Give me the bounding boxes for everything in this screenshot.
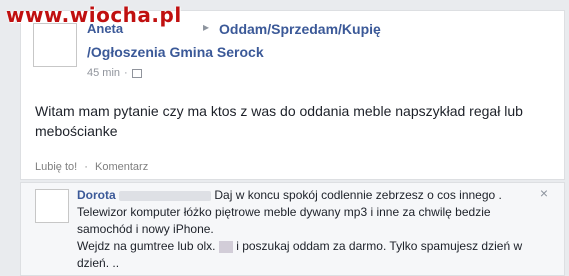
group-name-line1[interactable]: Oddam/Sprzedam/Kupię: [219, 21, 381, 37]
post-meta: 45 min ·: [87, 67, 142, 79]
close-icon[interactable]: ×: [540, 185, 548, 201]
comment-body: Dorota Daj w koncu spokój codlennie zebr…: [77, 187, 537, 272]
actions-separator: ·: [84, 161, 88, 173]
group-name-line2[interactable]: /Ogłoszenia Gmina Serock: [87, 44, 264, 60]
arrow-right-icon: ▸: [203, 20, 210, 34]
watermark-logo: www.wiocha.pl: [6, 3, 182, 27]
commenter-name[interactable]: Dorota: [77, 188, 116, 202]
group-audience-icon[interactable]: [131, 68, 142, 78]
meta-separator: ·: [124, 67, 128, 79]
redacted-link-blur: [218, 240, 233, 253]
like-link[interactable]: Lubię to!: [35, 161, 77, 173]
commenter-avatar[interactable]: [35, 189, 69, 223]
post-author-avatar[interactable]: [33, 23, 77, 67]
post-card: Aneta ▸ Oddam/Sprzedam/Kupię /Ogłoszenia…: [20, 10, 565, 180]
post-text: Witam mam pytanie czy ma ktos z was do o…: [35, 103, 523, 139]
post-timestamp[interactable]: 45 min: [87, 67, 120, 79]
comment-item: Dorota Daj w koncu spokój codlennie zebr…: [20, 182, 565, 276]
post-actions: Lubię to! · Komentarz: [35, 161, 152, 173]
comment-text-part2: Wejdz na gumtree lub olx.: [77, 239, 216, 253]
comment-link[interactable]: Komentarz: [95, 161, 148, 173]
redacted-name-blur: [119, 190, 212, 201]
